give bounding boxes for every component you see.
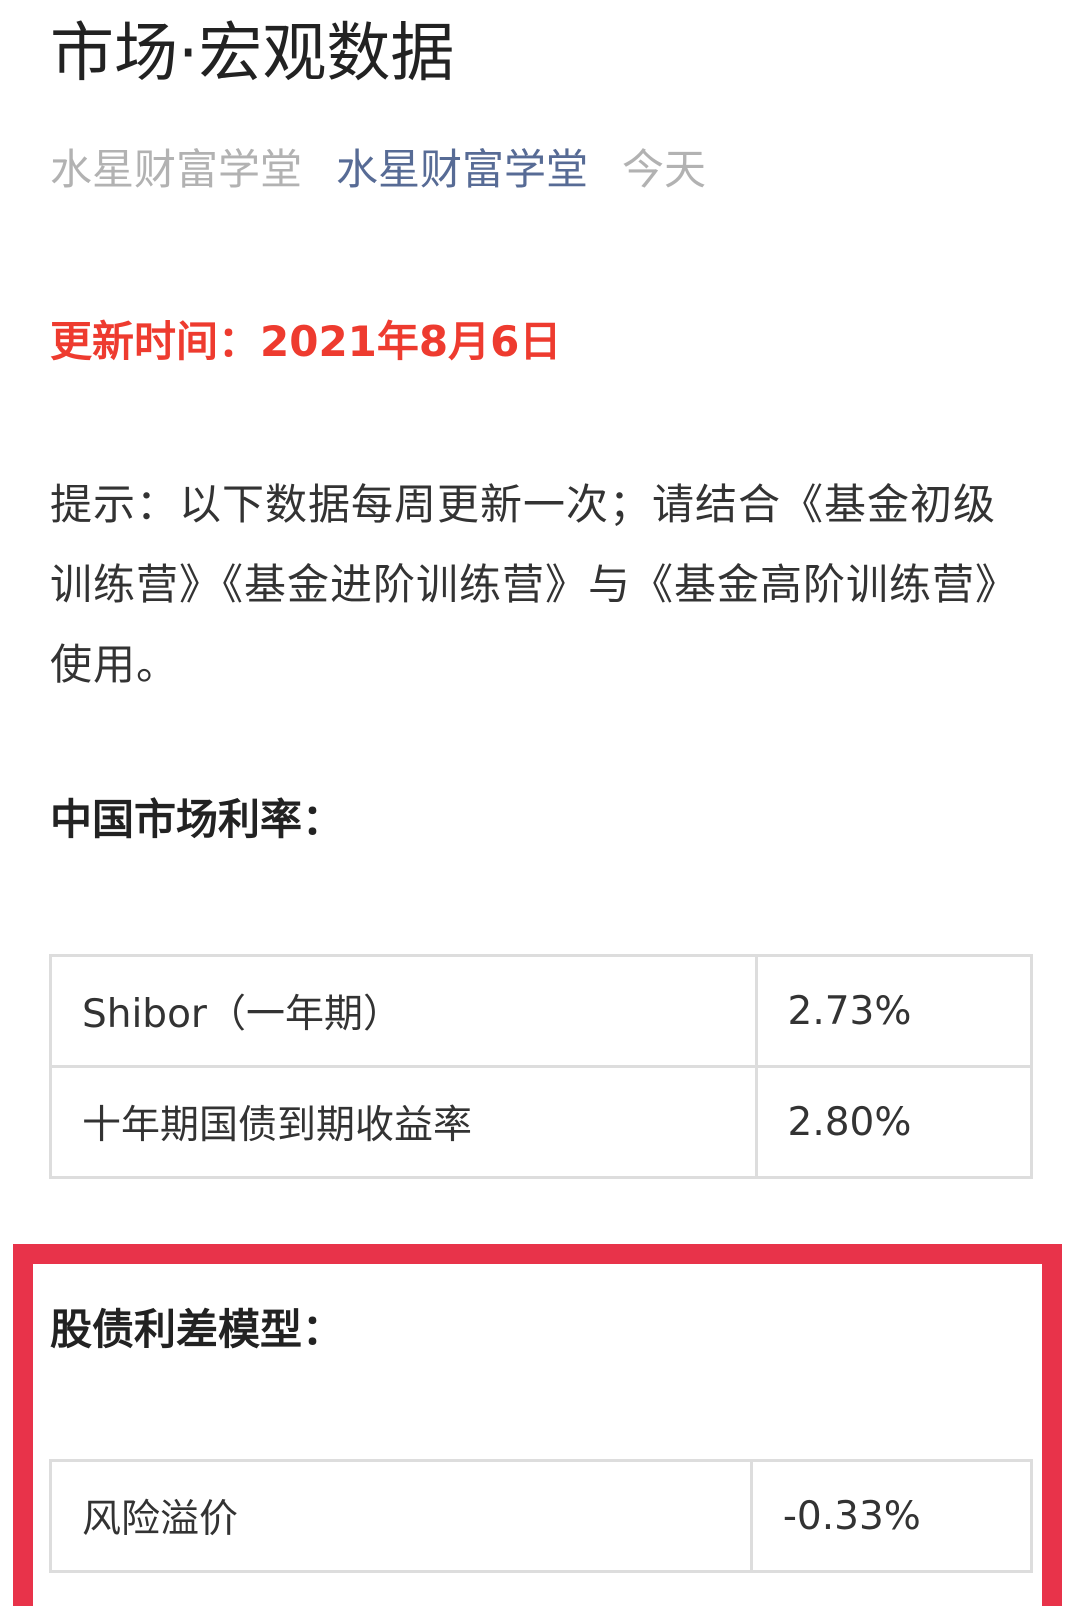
china-rates-table: Shibor（一年期） 2.73% 十年期国债到期收益率 2.80% <box>49 954 1034 1179</box>
article-page: 市场·宏观数据 水星财富学堂 水星财富学堂 今天 更新时间：2021年8月6日 提示… <box>0 0 1080 1606</box>
rate-value-cell: 2.80% <box>754 1065 1034 1179</box>
author-name: 水星财富学堂 <box>50 145 303 194</box>
risk-premium-name-cell: 风险溢价 <box>49 1459 753 1573</box>
hint-paragraph: 提示：以下数据每周更新一次；请结合《基金初级训练营》《基金进阶训练营》与《基金高… <box>50 480 1019 689</box>
risk-premium-value-cell: -0.33% <box>749 1459 1034 1573</box>
rate-name-cell: Shibor（一年期） <box>49 954 758 1068</box>
china-rates-heading: 中国市场利率： <box>50 795 345 844</box>
table-row: 风险溢价 -0.33% <box>49 1459 1034 1573</box>
table-row: Shibor（一年期） 2.73% <box>49 954 1034 1068</box>
rate-value-cell: 2.73% <box>754 954 1034 1068</box>
article-title: 市场·宏观数据 <box>50 17 455 91</box>
account-link[interactable]: 水星财富学堂 <box>336 145 588 194</box>
article-meta: 水星财富学堂 水星财富学堂 今天 <box>50 140 706 200</box>
update-time: 更新时间：2021年8月6日 <box>50 317 562 366</box>
spread-model-heading: 股债利差模型： <box>50 1305 345 1354</box>
publish-date: 今天 <box>622 145 707 194</box>
spread-model-table: 风险溢价 -0.33% <box>49 1459 1034 1573</box>
table-row: 十年期国债到期收益率 2.80% <box>49 1065 1034 1179</box>
rate-name-cell: 十年期国债到期收益率 <box>49 1065 758 1179</box>
